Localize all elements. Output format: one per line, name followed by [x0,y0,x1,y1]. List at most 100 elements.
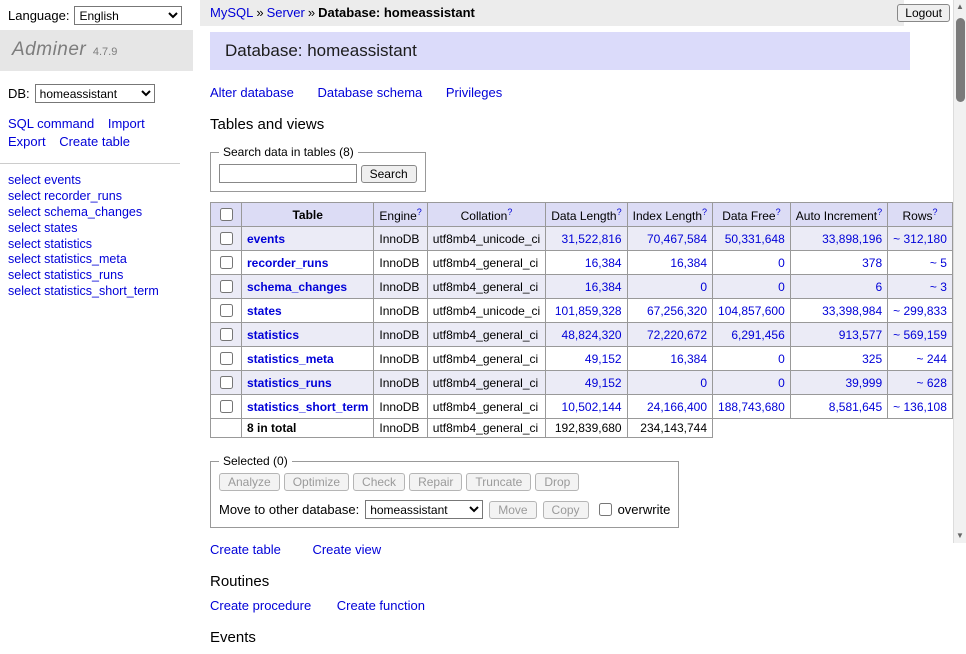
row-checkbox[interactable] [220,376,233,389]
rows-link[interactable]: ~ 312,180 [893,232,947,246]
row-checkbox[interactable] [220,232,233,245]
table-name-link[interactable]: states [247,304,282,318]
collation-help-link[interactable]: ? [507,207,512,217]
auto-increment-link[interactable]: 6 [875,280,882,294]
data-length-link[interactable]: 101,859,328 [555,304,622,318]
data-length-link[interactable]: 48,824,320 [562,328,622,342]
row-checkbox[interactable] [220,256,233,269]
rows-help-link[interactable]: ? [933,207,938,217]
index-length-link[interactable]: 70,467,584 [647,232,707,246]
table-name-link[interactable]: statistics_runs [247,376,332,390]
auto-increment-link[interactable]: 33,898,196 [822,232,882,246]
rows-link[interactable]: ~ 299,833 [893,304,947,318]
sidebar-item-select-schema-changes[interactable]: select schema_changes [8,205,185,221]
data-length-link[interactable]: 31,522,816 [562,232,622,246]
database-schema-link[interactable]: Database schema [317,85,422,100]
index-length-link[interactable]: 0 [700,376,707,390]
db-select[interactable]: homeassistant [35,84,155,103]
index-length-link[interactable]: 24,166,400 [647,400,707,414]
privileges-link[interactable]: Privileges [446,85,502,100]
analyze-button[interactable]: Analyze [219,473,280,491]
rows-link[interactable]: ~ 136,108 [893,400,947,414]
engine-help-link[interactable]: ? [417,207,422,217]
scrollbar-thumb[interactable] [956,18,965,102]
breadcrumb-link-mysql[interactable]: MySQL [210,5,253,20]
repair-button[interactable]: Repair [409,473,462,491]
sidebar-link-import[interactable]: Import [108,116,145,131]
data-free-link[interactable]: 0 [778,352,785,366]
data-free-help-link[interactable]: ? [776,207,781,217]
auto-increment-link[interactable]: 913,577 [839,328,882,342]
rows-link[interactable]: ~ 3 [930,280,947,294]
rows-link[interactable]: ~ 569,159 [893,328,947,342]
index-length-link[interactable]: 16,384 [670,352,707,366]
data-free-link[interactable]: 0 [778,256,785,270]
rows-link[interactable]: ~ 5 [930,256,947,270]
index-length-link[interactable]: 0 [700,280,707,294]
row-checkbox[interactable] [220,304,233,317]
scroll-up-arrow[interactable]: ▲ [954,0,966,14]
scroll-down-arrow[interactable]: ▼ [954,529,966,543]
search-button[interactable]: Search [361,165,417,183]
index-length-link[interactable]: 67,256,320 [647,304,707,318]
vertical-scrollbar[interactable]: ▲ ▼ [953,0,966,543]
data-length-link[interactable]: 49,152 [585,376,622,390]
create-function-link[interactable]: Create function [337,598,425,613]
logout-button[interactable]: Logout [897,4,950,22]
data-free-link[interactable]: 188,743,680 [718,400,785,414]
move-button[interactable]: Move [489,501,536,519]
table-name-link[interactable]: schema_changes [247,280,347,294]
index-length-link[interactable]: 16,384 [670,256,707,270]
data-free-link[interactable]: 0 [778,376,785,390]
rows-link[interactable]: ~ 628 [917,376,947,390]
row-checkbox[interactable] [220,328,233,341]
data-length-link[interactable]: 49,152 [585,352,622,366]
data-length-link[interactable]: 10,502,144 [562,400,622,414]
move-db-select[interactable]: homeassistant [365,500,483,519]
auto-increment-help-link[interactable]: ? [877,207,882,217]
data-free-link[interactable]: 0 [778,280,785,294]
sidebar-link-sql-command[interactable]: SQL command [8,116,94,131]
auto-increment-link[interactable]: 33,398,984 [822,304,882,318]
auto-increment-link[interactable]: 39,999 [845,376,882,390]
select-all-checkbox[interactable] [220,208,233,221]
auto-increment-link[interactable]: 8,581,645 [829,400,882,414]
create-view-link[interactable]: Create view [312,542,381,557]
alter-database-link[interactable]: Alter database [210,85,294,100]
data-free-link[interactable]: 50,331,648 [725,232,785,246]
copy-button[interactable]: Copy [543,501,589,519]
row-checkbox[interactable] [220,280,233,293]
create-table-link[interactable]: Create table [210,542,281,557]
breadcrumb-link-server[interactable]: Server [267,5,305,20]
row-checkbox[interactable] [220,352,233,365]
overwrite-checkbox[interactable] [599,503,612,516]
data-free-link[interactable]: 6,291,456 [731,328,784,342]
search-input[interactable] [219,164,357,183]
truncate-button[interactable]: Truncate [466,473,531,491]
sidebar-link-export[interactable]: Export [8,134,46,149]
check-button[interactable]: Check [353,473,405,491]
sidebar-item-select-recorder-runs[interactable]: select recorder_runs [8,189,185,205]
optimize-button[interactable]: Optimize [284,473,349,491]
drop-button[interactable]: Drop [535,473,579,491]
table-name-link[interactable]: statistics_short_term [247,400,368,414]
table-name-link[interactable]: recorder_runs [247,256,328,270]
sidebar-item-select-statistics[interactable]: select statistics [8,237,185,253]
sidebar-item-select-statistics-runs[interactable]: select statistics_runs [8,268,185,284]
row-checkbox[interactable] [220,400,233,413]
data-length-link[interactable]: 16,384 [585,280,622,294]
rows-link[interactable]: ~ 244 [917,352,947,366]
index-length-link[interactable]: 72,220,672 [647,328,707,342]
table-name-link[interactable]: statistics [247,328,299,342]
auto-increment-link[interactable]: 325 [862,352,882,366]
data-free-link[interactable]: 104,857,600 [718,304,785,318]
create-procedure-link[interactable]: Create procedure [210,598,311,613]
table-name-link[interactable]: events [247,232,285,246]
sidebar-item-select-statistics-meta[interactable]: select statistics_meta [8,252,185,268]
sidebar-item-select-states[interactable]: select states [8,221,185,237]
data-length-help-link[interactable]: ? [617,207,622,217]
language-select[interactable]: English [74,6,182,25]
table-name-link[interactable]: statistics_meta [247,352,334,366]
sidebar-item-select-statistics-short-term[interactable]: select statistics_short_term [8,284,185,300]
sidebar-item-select-events[interactable]: select events [8,173,185,189]
